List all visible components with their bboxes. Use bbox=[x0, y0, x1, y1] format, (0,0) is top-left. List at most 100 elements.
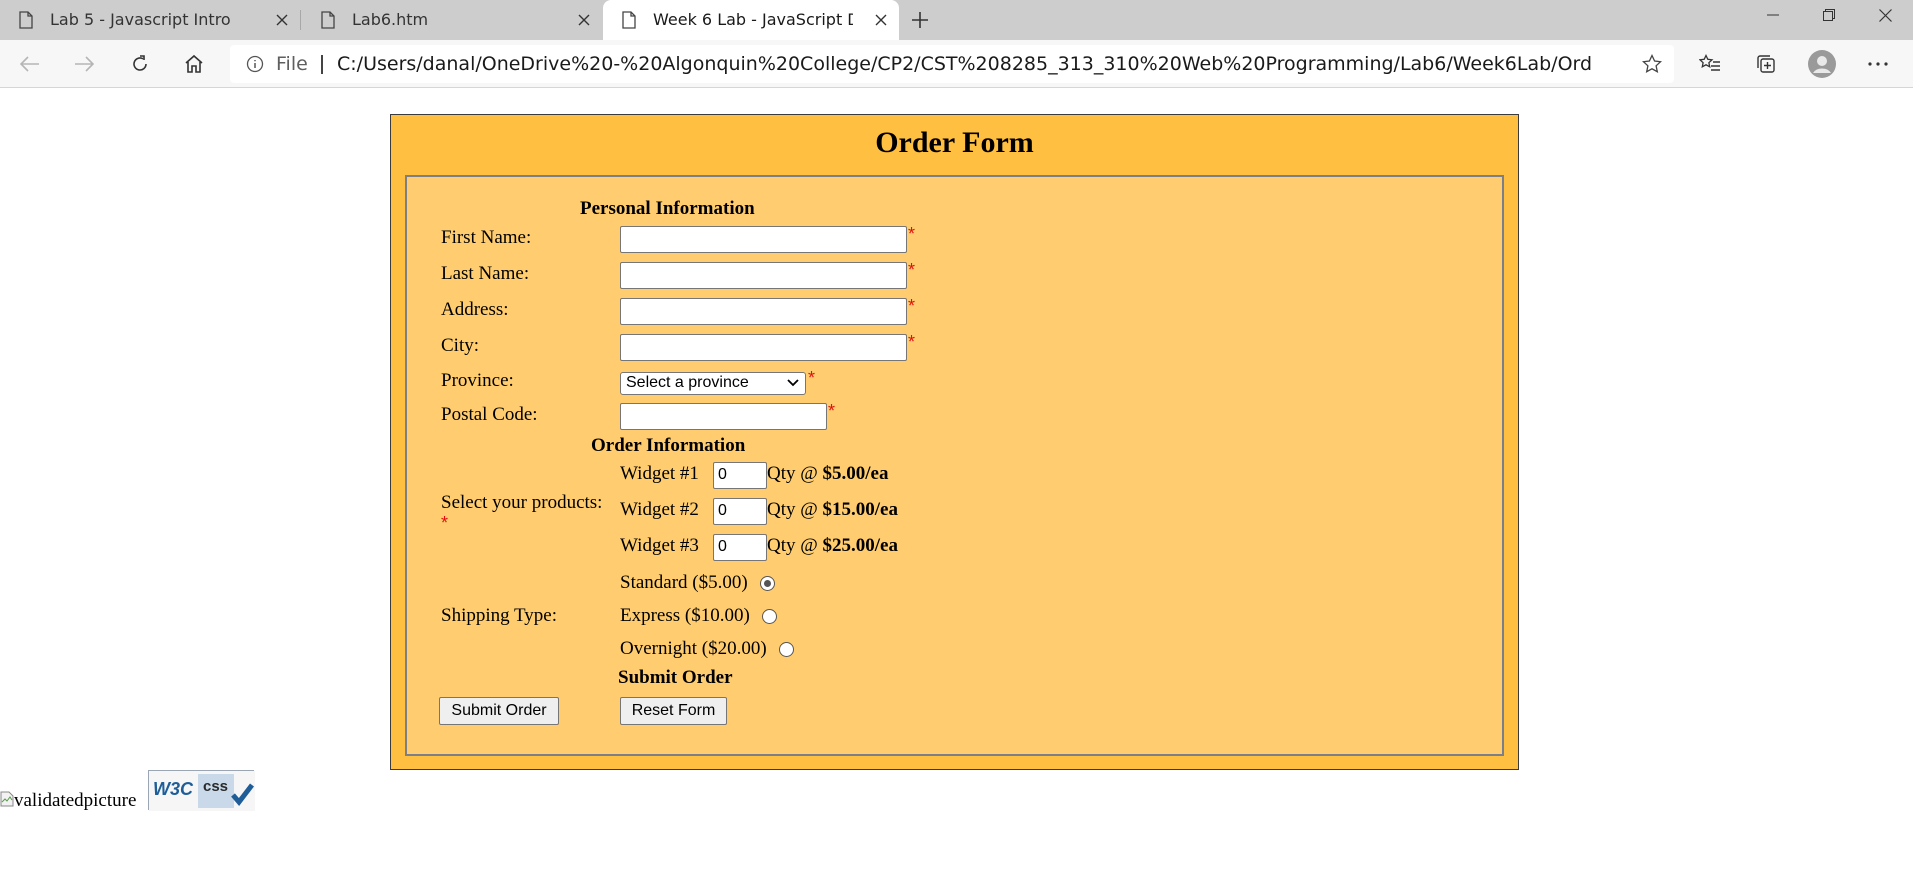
order-form-container: Order Form Personal Information First Na… bbox=[390, 114, 1519, 770]
tab-divider bbox=[300, 10, 301, 30]
widget-1-qty-input[interactable]: 0 bbox=[713, 462, 767, 489]
info-icon[interactable] bbox=[246, 55, 264, 73]
order-form-fieldset: Personal Information First Name: * Last … bbox=[405, 175, 1504, 756]
widget-2-price: $15.00/ea bbox=[822, 499, 898, 520]
shipping-standard-label: Standard ($5.00) bbox=[620, 572, 748, 593]
settings-more-button[interactable] bbox=[1860, 48, 1896, 80]
w3c-css-validator-badge[interactable]: W3C css bbox=[148, 770, 255, 811]
plus-icon bbox=[912, 12, 928, 28]
required-marker: * bbox=[908, 224, 916, 244]
first-name-field[interactable] bbox=[620, 226, 907, 253]
browser-toolbar: File C:/Users/danal/OneDrive%20-%20Algon… bbox=[0, 40, 1913, 88]
address-divider bbox=[321, 55, 323, 74]
widget-3-label: Widget #3 bbox=[620, 535, 699, 556]
postal-code-field[interactable] bbox=[620, 403, 827, 430]
required-marker: * bbox=[908, 296, 916, 316]
tab-title: Lab6.htm bbox=[352, 10, 429, 29]
broken-image-icon bbox=[0, 791, 14, 807]
order-info-heading: Order Information bbox=[591, 435, 746, 456]
required-marker: * bbox=[908, 260, 916, 280]
postal-code-label: Postal Code: bbox=[441, 404, 538, 425]
broken-image-alt-text: validatedpicture bbox=[14, 790, 137, 811]
tab-lab5[interactable]: Lab 5 - Javascript Intro bbox=[0, 0, 300, 40]
back-arrow-icon bbox=[20, 56, 39, 72]
shipping-type-label: Shipping Type: bbox=[441, 605, 558, 626]
widget-3-qty-text: Qty @ $25.00/ea bbox=[767, 535, 898, 557]
scheme-label: File bbox=[276, 53, 308, 75]
last-name-field[interactable] bbox=[620, 262, 907, 289]
favorites-button[interactable] bbox=[1692, 48, 1728, 80]
reset-form-button[interactable]: Reset Form bbox=[620, 697, 727, 725]
refresh-icon bbox=[133, 55, 147, 71]
shipping-express-label: Express ($10.00) bbox=[620, 605, 750, 626]
profile-button[interactable] bbox=[1804, 48, 1840, 80]
widget-2-qty-input[interactable]: 0 bbox=[713, 498, 767, 525]
tab-week6-lab[interactable]: Week 6 Lab - JavaScript DOM and bbox=[603, 0, 899, 40]
favorites-list-icon bbox=[1699, 54, 1720, 71]
required-marker: * bbox=[441, 513, 449, 533]
submit-order-button[interactable]: Submit Order bbox=[439, 697, 559, 725]
document-icon bbox=[622, 11, 636, 29]
widget-3-qty-input[interactable]: 0 bbox=[713, 534, 767, 561]
url-text[interactable]: C:/Users/danal/OneDrive%20-%20Algonquin%… bbox=[337, 53, 1592, 75]
refresh-button[interactable] bbox=[122, 48, 158, 80]
w3c-logo-icon: W3C bbox=[149, 771, 255, 811]
tab-title: Week 6 Lab - JavaScript DOM and bbox=[653, 10, 853, 29]
close-icon[interactable] bbox=[869, 8, 893, 32]
validated-picture-broken-image: validatedpicture bbox=[0, 790, 136, 812]
home-button[interactable] bbox=[176, 48, 212, 80]
city-field[interactable] bbox=[620, 334, 907, 361]
shipping-overnight-radio[interactable] bbox=[779, 642, 794, 657]
close-icon[interactable] bbox=[270, 8, 294, 32]
products-label: Select your products: bbox=[441, 492, 603, 513]
province-select[interactable]: Select a province bbox=[620, 372, 806, 395]
new-tab-button[interactable] bbox=[904, 4, 936, 36]
city-label: City: bbox=[441, 335, 480, 356]
avatar-icon bbox=[1808, 50, 1836, 78]
widget-2-label: Widget #2 bbox=[620, 499, 699, 520]
required-marker: * bbox=[908, 332, 916, 352]
collections-button[interactable] bbox=[1748, 48, 1784, 80]
shipping-express-radio[interactable] bbox=[762, 609, 777, 624]
close-window-button[interactable] bbox=[1857, 0, 1913, 30]
chevron-down-icon bbox=[787, 379, 799, 387]
collections-icon bbox=[1757, 55, 1775, 73]
address-field[interactable] bbox=[620, 298, 907, 325]
tab-lab6[interactable]: Lab6.htm bbox=[302, 0, 602, 40]
document-icon bbox=[19, 11, 33, 29]
restore-button[interactable] bbox=[1801, 0, 1857, 30]
qty-at-text: Qty @ bbox=[767, 535, 818, 556]
more-dots-icon bbox=[1868, 62, 1888, 66]
widget-1-qty-text: Qty @ $5.00/ea bbox=[767, 463, 888, 485]
tab-strip: Lab 5 - Javascript Intro Lab6.htm Week 6… bbox=[0, 0, 1913, 40]
province-label: Province: bbox=[441, 370, 514, 391]
province-selected-value: Select a province bbox=[626, 374, 749, 391]
minimize-button[interactable] bbox=[1745, 0, 1801, 30]
address-bar[interactable]: File C:/Users/danal/OneDrive%20-%20Algon… bbox=[230, 45, 1674, 83]
shipping-overnight-label: Overnight ($20.00) bbox=[620, 638, 767, 659]
close-icon[interactable] bbox=[572, 8, 596, 32]
widget-3-price: $25.00/ea bbox=[822, 535, 898, 556]
close-icon bbox=[1878, 8, 1892, 22]
shipping-standard-radio[interactable] bbox=[760, 576, 775, 591]
qty-at-text: Qty @ bbox=[767, 499, 818, 520]
submit-order-heading: Submit Order bbox=[618, 667, 733, 688]
widget-2-qty-text: Qty @ $15.00/ea bbox=[767, 499, 898, 521]
tab-title: Lab 5 - Javascript Intro bbox=[50, 10, 231, 29]
document-icon bbox=[321, 11, 335, 29]
last-name-label: Last Name: bbox=[441, 263, 530, 284]
widget-1-label: Widget #1 bbox=[620, 463, 699, 484]
page-title: Order Form bbox=[875, 126, 1034, 159]
favorite-star-icon[interactable] bbox=[1638, 50, 1666, 78]
forward-button[interactable] bbox=[66, 48, 102, 80]
svg-text:W3C: W3C bbox=[153, 779, 194, 799]
home-icon bbox=[185, 54, 203, 73]
required-marker: * bbox=[828, 401, 836, 421]
forward-arrow-icon bbox=[75, 56, 94, 72]
personal-info-heading: Personal Information bbox=[580, 198, 755, 219]
first-name-label: First Name: bbox=[441, 227, 532, 248]
widget-1-price: $5.00/ea bbox=[822, 463, 889, 484]
back-button[interactable] bbox=[12, 48, 48, 80]
minimize-icon bbox=[1767, 14, 1779, 16]
address-label: Address: bbox=[441, 299, 509, 320]
